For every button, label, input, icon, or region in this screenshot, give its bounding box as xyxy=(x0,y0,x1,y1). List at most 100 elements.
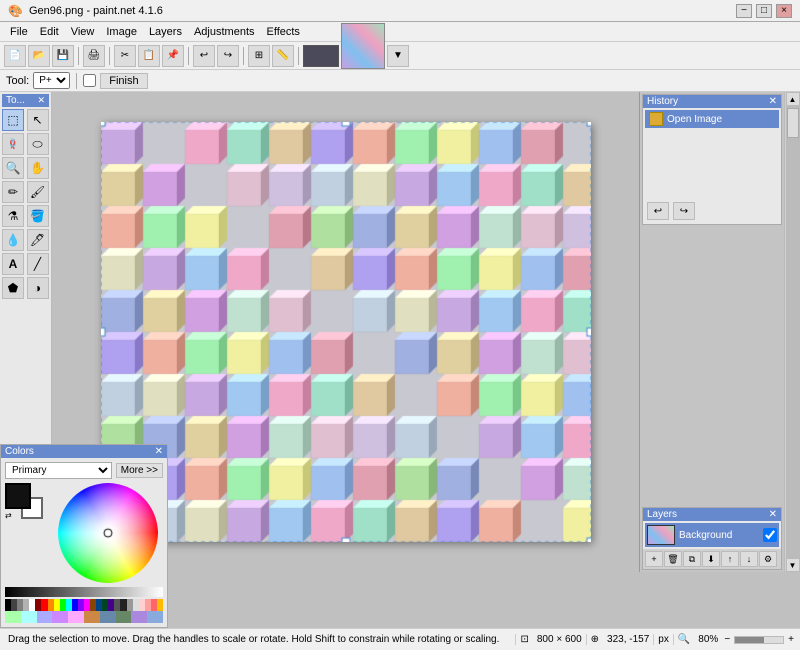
layer-add-button[interactable]: + xyxy=(645,551,663,567)
layer-merge-button[interactable]: ⬇ xyxy=(702,551,720,567)
tool-select-ellipse[interactable]: ⬭ xyxy=(27,133,49,155)
colors-panel: Colors ✕ Primary More >> ⇄ xyxy=(0,444,168,628)
tool-brush[interactable]: 🖌 xyxy=(27,181,49,203)
history-close-button[interactable]: ✕ xyxy=(769,96,777,107)
layer-duplicate-button[interactable]: ⧉ xyxy=(683,551,701,567)
toolbar-sep-1 xyxy=(78,47,79,65)
layer-down-button[interactable]: ↓ xyxy=(740,551,758,567)
layer-delete-button[interactable]: 🗑 xyxy=(664,551,682,567)
copy-button[interactable]: 📋 xyxy=(138,45,160,67)
menu-effects[interactable]: Effects xyxy=(261,24,306,40)
colors-close-button[interactable]: ✕ xyxy=(155,446,163,457)
tool-fill[interactable]: 🪣 xyxy=(27,205,49,227)
zoom-slider[interactable] xyxy=(734,636,784,644)
main-canvas[interactable] xyxy=(101,122,591,542)
color-palette[interactable] xyxy=(5,599,163,623)
right-scrollbar[interactable]: ▲ ▼ xyxy=(784,92,800,572)
tool-text[interactable]: A xyxy=(2,253,24,275)
scroll-down-arrow[interactable]: ▼ xyxy=(786,558,800,572)
redo-button[interactable]: ↪ xyxy=(217,45,239,67)
palette-cell[interactable] xyxy=(84,611,100,623)
tool-gradient[interactable]: ◑ xyxy=(27,277,49,299)
palette-cell[interactable] xyxy=(68,611,84,623)
tool-clone[interactable]: 🖊 xyxy=(27,229,49,251)
open-button[interactable]: 📂 xyxy=(28,45,50,67)
tool-pan[interactable]: ✋ xyxy=(27,157,49,179)
layer-up-button[interactable]: ↑ xyxy=(721,551,739,567)
history-redo-button[interactable]: ↪ xyxy=(673,202,695,220)
ruler-button[interactable]: 📏 xyxy=(272,45,294,67)
swatch-container: ⇄ xyxy=(5,483,47,521)
scroll-up-arrow[interactable]: ▲ xyxy=(786,92,800,106)
undo-button[interactable]: ↩ xyxy=(193,45,215,67)
scroll-thumb[interactable] xyxy=(787,108,799,138)
save-button[interactable]: 💾 xyxy=(52,45,74,67)
menu-image[interactable]: Image xyxy=(100,24,143,40)
tool-shapes[interactable]: ⬟ xyxy=(2,277,24,299)
palette-cell[interactable] xyxy=(100,611,116,623)
layers-close-button[interactable]: ✕ xyxy=(769,509,777,520)
color-mode-row: Primary More >> xyxy=(5,462,163,479)
tool-zoom[interactable]: 🔍 xyxy=(2,157,24,179)
paste-button[interactable]: 📌 xyxy=(162,45,184,67)
tools-panel-title: To... ✕ xyxy=(2,94,49,107)
primary-swatch[interactable] xyxy=(5,483,31,509)
dimensions-icon: ⊡ xyxy=(516,634,532,645)
layer-props-button[interactable]: ⚙ xyxy=(759,551,777,567)
menu-view[interactable]: View xyxy=(65,24,101,40)
tool-select-move[interactable]: ↖ xyxy=(27,109,49,131)
cut-button[interactable]: ✂ xyxy=(114,45,136,67)
tool-lasso[interactable]: 🪢 xyxy=(2,133,24,155)
maximize-button[interactable]: □ xyxy=(756,4,772,18)
scroll-track[interactable] xyxy=(786,106,800,558)
history-content: Open Image xyxy=(643,108,781,198)
color-mode-select[interactable]: Primary xyxy=(5,462,112,479)
tool-mode-select[interactable]: P+ xyxy=(33,72,70,89)
menu-edit[interactable]: Edit xyxy=(34,24,65,40)
close-button[interactable]: × xyxy=(776,4,792,18)
grid-button[interactable]: ⊞ xyxy=(248,45,270,67)
print-button[interactable]: 🖨 xyxy=(83,45,105,67)
palette-cell[interactable] xyxy=(52,611,68,623)
tool-color-pick[interactable]: 💧 xyxy=(2,229,24,251)
palette-cell[interactable] xyxy=(131,611,147,623)
zoom-out-button[interactable]: − xyxy=(722,634,732,645)
swap-colors-button[interactable]: ⇄ xyxy=(5,511,12,520)
image-preview-area: ▼ xyxy=(303,33,409,79)
layer-item-background[interactable]: Background xyxy=(645,523,779,547)
palette-cell[interactable] xyxy=(5,611,21,623)
finish-button[interactable]: Finish xyxy=(100,73,147,89)
layer-thumbnail xyxy=(647,525,675,545)
thumbnail-menu-button[interactable]: ▼ xyxy=(387,45,409,67)
color-wheel[interactable] xyxy=(58,483,158,583)
status-zoom: 80% xyxy=(694,634,722,645)
menu-adjustments[interactable]: Adjustments xyxy=(188,24,261,40)
colors-content: Primary More >> ⇄ xyxy=(1,458,167,627)
history-item-open-image[interactable]: Open Image xyxy=(645,110,779,128)
tool-label: Tool: xyxy=(6,75,29,87)
zoom-in-button[interactable]: + xyxy=(786,634,796,645)
history-undo-button[interactable]: ↩ xyxy=(647,202,669,220)
tools-panel-close[interactable]: ✕ xyxy=(37,95,45,106)
palette-cell[interactable] xyxy=(116,611,132,623)
palette-cell[interactable] xyxy=(21,611,37,623)
palette-cell[interactable] xyxy=(157,599,163,611)
gradient-bar[interactable] xyxy=(5,587,163,597)
minimize-button[interactable]: − xyxy=(736,4,752,18)
palette-cell[interactable] xyxy=(147,611,163,623)
tool-line[interactable]: ╱ xyxy=(27,253,49,275)
new-button[interactable]: 📄 xyxy=(4,45,26,67)
status-coords: 323, -157 xyxy=(603,634,654,645)
toolbar-sep-5 xyxy=(298,47,299,65)
window-title: Gen96.png - paint.net 4.1.6 xyxy=(29,5,163,17)
layer-visibility-checkbox[interactable] xyxy=(763,528,777,542)
palette-cell[interactable] xyxy=(37,611,53,623)
more-button[interactable]: More >> xyxy=(116,463,163,478)
menu-file[interactable]: File xyxy=(4,24,34,40)
toolbar-sep-4 xyxy=(243,47,244,65)
tool-pencil[interactable]: ✏ xyxy=(2,181,24,203)
menu-layers[interactable]: Layers xyxy=(143,24,188,40)
tool-eraser[interactable]: ⚗ xyxy=(2,205,24,227)
tool-select-rect[interactable]: ⬚ xyxy=(2,109,24,131)
opts-checkbox[interactable] xyxy=(83,74,96,87)
